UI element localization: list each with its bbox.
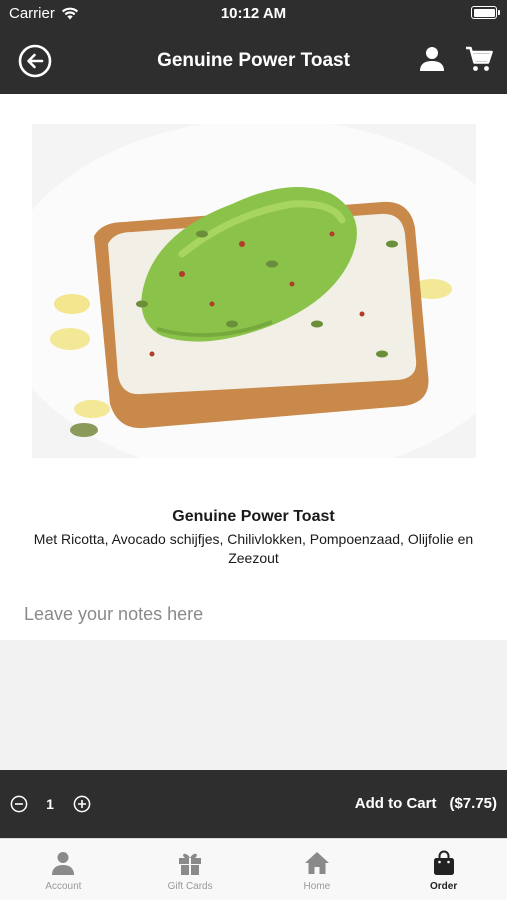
tab-account[interactable]: Account bbox=[0, 839, 127, 900]
tab-gift-cards[interactable]: Gift Cards bbox=[127, 839, 254, 900]
product-detail: Genuine Power Toast Met Ricotta, Avocado… bbox=[0, 94, 507, 640]
tab-order-label: Order bbox=[430, 881, 458, 892]
tab-home-label: Home bbox=[303, 881, 331, 892]
add-to-cart-button[interactable]: Add to Cart ($7.75) bbox=[355, 795, 497, 812]
price-label: ($7.75) bbox=[449, 795, 497, 812]
person-icon bbox=[52, 852, 75, 875]
home-icon bbox=[304, 852, 329, 874]
tab-account-label: Account bbox=[45, 881, 82, 892]
tab-order[interactable]: Order bbox=[380, 839, 507, 900]
add-to-cart-bar: 1 Add to Cart ($7.75) bbox=[0, 770, 507, 838]
avocado-toast-image bbox=[32, 124, 476, 458]
status-bar: Carrier 10:12 AM bbox=[0, 0, 507, 26]
tab-home[interactable]: Home bbox=[254, 839, 381, 900]
tab-gift-cards-label: Gift Cards bbox=[167, 881, 213, 892]
tab-bar: Account Gift Cards Home Order bbox=[0, 838, 507, 900]
cart-icon[interactable] bbox=[465, 45, 493, 73]
gift-icon bbox=[179, 853, 202, 875]
account-icon[interactable] bbox=[418, 45, 446, 73]
clock: 10:12 AM bbox=[220, 5, 287, 22]
product-description: Met Ricotta, Avocado schijfjes, Chilivlo… bbox=[33, 531, 474, 566]
shopping-bag-icon bbox=[433, 850, 454, 875]
decrease-quantity-icon[interactable] bbox=[10, 795, 28, 813]
quantity-value: 1 bbox=[46, 796, 54, 812]
battery-icon bbox=[471, 6, 500, 19]
add-to-cart-label: Add to Cart bbox=[354, 795, 437, 812]
increase-quantity-icon[interactable] bbox=[73, 795, 91, 813]
product-image bbox=[32, 124, 476, 458]
notes-input[interactable] bbox=[24, 598, 484, 630]
product-name: Genuine Power Toast bbox=[172, 508, 335, 525]
nav-bar: Genuine Power Toast bbox=[0, 26, 507, 94]
